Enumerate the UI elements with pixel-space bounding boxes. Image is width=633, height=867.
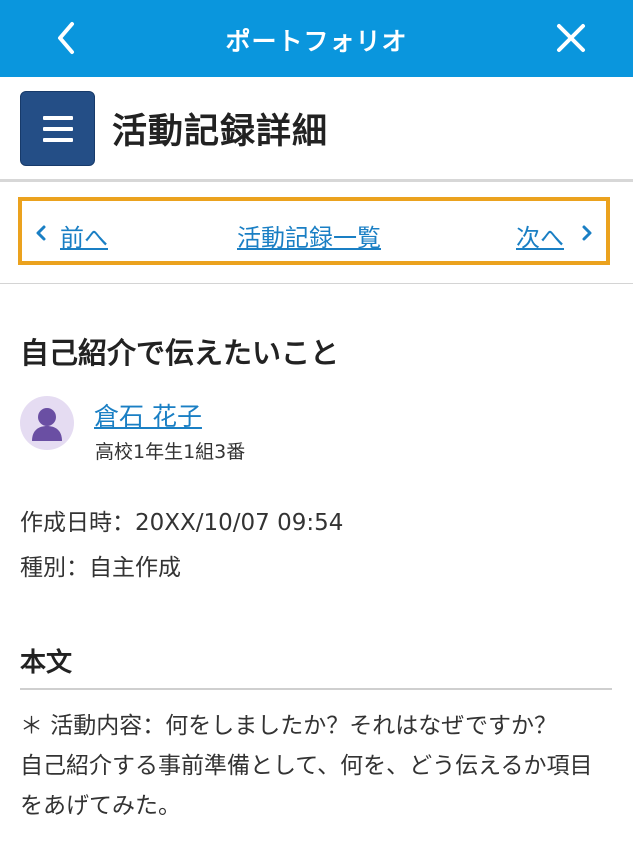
person-icon	[32, 408, 62, 441]
entry-title: 自己紹介で伝えたいこと	[20, 336, 340, 370]
app-title: ポートフォリオ	[225, 27, 408, 56]
created-datetime: 作成日時：20XX/10/07 09:54	[20, 510, 344, 536]
body-paragraph: 自己紹介する事前準備として、何を、どう伝えるか項目をあげてみた。	[20, 753, 593, 819]
body-text: ＊ 活動内容：何をしましたか？それはなぜですか？ 自己紹介する事前準備として、何…	[20, 706, 610, 826]
close-icon[interactable]	[549, 16, 593, 60]
record-list-link[interactable]: 活動記録一覧	[237, 218, 381, 253]
avatar	[20, 396, 74, 450]
page-title: 活動記録詳細	[112, 112, 329, 152]
entry-type: 種別：自主作成	[20, 555, 181, 581]
body-heading: 本文	[20, 648, 73, 678]
hamburger-icon-bar	[43, 138, 73, 142]
hamburger-icon-bar	[43, 127, 73, 131]
chevron-right-icon[interactable]	[580, 224, 594, 242]
author-name-link[interactable]: 倉石 花子	[94, 397, 202, 433]
prev-link[interactable]: 前へ	[60, 218, 108, 253]
body-heading-rule	[20, 688, 612, 690]
hamburger-icon	[43, 116, 73, 120]
author-class: 高校1年生1組3番	[95, 441, 246, 463]
record-navigation: 前へ 活動記録一覧 次へ	[18, 197, 610, 265]
section-divider	[0, 283, 633, 284]
body-paragraph: ＊ 活動内容：何をしましたか？それはなぜですか？	[20, 713, 558, 739]
next-link[interactable]: 次へ	[516, 218, 564, 253]
menu-button[interactable]	[20, 91, 95, 166]
chevron-left-icon[interactable]	[34, 224, 48, 242]
top-app-bar: ポートフォリオ	[0, 0, 633, 77]
page-header: 活動記録詳細	[0, 77, 633, 182]
